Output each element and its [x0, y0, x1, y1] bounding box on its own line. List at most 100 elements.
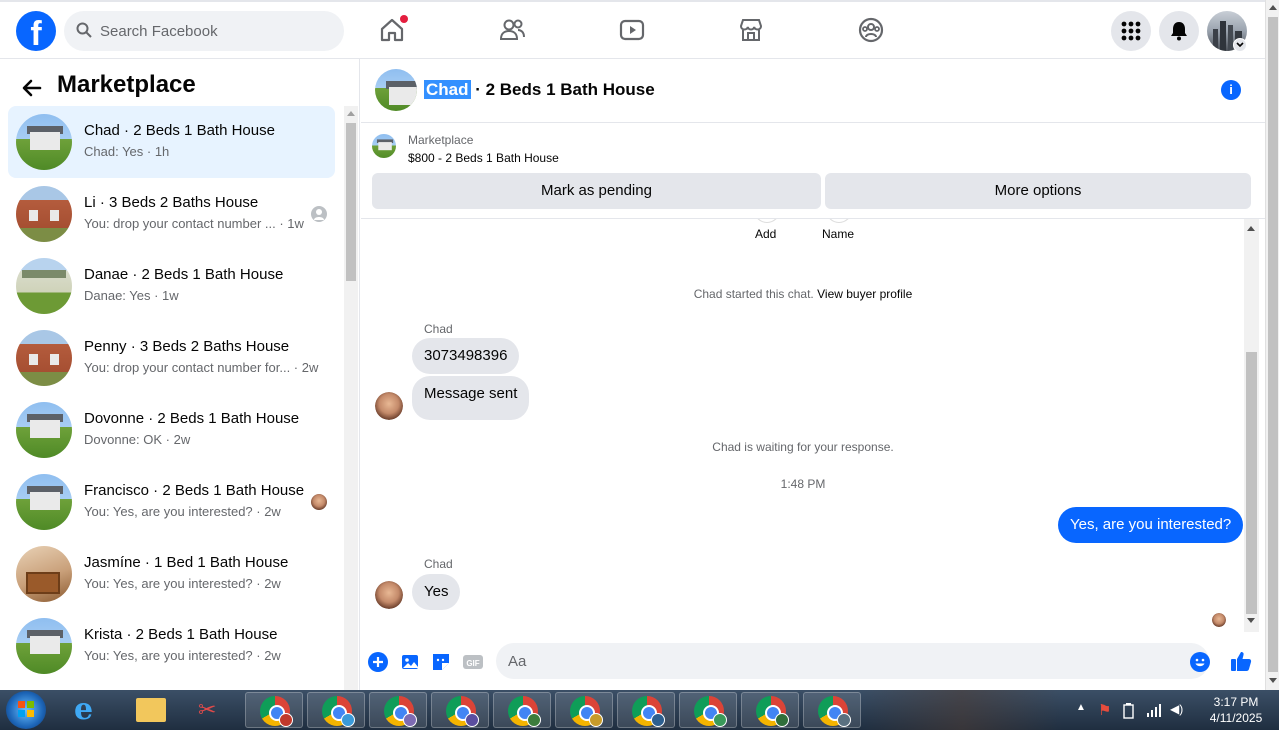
conversation-title: Danae · 2 Beds 1 Bath House	[84, 266, 284, 283]
sticker-icon[interactable]	[430, 651, 452, 673]
friends-icon[interactable]	[498, 16, 526, 44]
network-signal-icon[interactable]	[1146, 703, 1162, 717]
search-box[interactable]	[64, 11, 344, 51]
battery-power-icon[interactable]	[1122, 703, 1136, 719]
taskbar-internet-explorer[interactable]: e	[60, 692, 118, 728]
taskbar-chrome-window[interactable]	[431, 692, 489, 728]
listing-thumbnail	[16, 330, 72, 386]
waiting-notice: Chad is waiting for your response.	[712, 440, 894, 454]
chat-title[interactable]: Chad · 2 Beds 1 Bath House	[424, 80, 655, 100]
profile-badge-icon	[279, 713, 293, 727]
conversation-item[interactable]: Dovonne · 2 Beds 1 Bath House Dovonne: O…	[8, 394, 335, 466]
action-center-flag-icon[interactable]: ⚑	[1098, 701, 1111, 730]
listing-thumbnail[interactable]	[372, 134, 396, 158]
scroll-down-arrow[interactable]	[1247, 618, 1255, 623]
name-action-label: Name	[822, 227, 855, 241]
profile-badge-icon	[341, 713, 355, 727]
photo-icon[interactable]	[399, 651, 421, 673]
info-icon[interactable]: i	[1221, 80, 1241, 100]
conversation-list-scrollbar[interactable]	[344, 106, 358, 690]
taskbar-chrome-window[interactable]	[679, 692, 737, 728]
taskbar-chrome-window[interactable]	[369, 692, 427, 728]
scroll-down-arrow[interactable]	[1269, 678, 1277, 683]
gif-icon[interactable]: GIF	[462, 651, 484, 673]
message-input[interactable]	[508, 643, 1158, 679]
scrollbar-thumb[interactable]	[1246, 352, 1257, 614]
groups-icon[interactable]	[857, 16, 885, 44]
chat-listing-avatar[interactable]	[375, 69, 417, 111]
menu-grid-button[interactable]	[1111, 11, 1151, 51]
taskbar-chrome-window[interactable]	[245, 692, 303, 728]
conversation-preview: Danae: Yes · 1w	[84, 288, 179, 303]
message-bubble-in[interactable]: 3073498396	[412, 338, 520, 374]
plus-icon[interactable]	[367, 651, 389, 673]
listing-thumbnail	[16, 618, 72, 674]
facebook-logo[interactable]: f	[16, 11, 56, 51]
message-bubble-out[interactable]: Yes, are you interested?	[1058, 507, 1244, 543]
start-button[interactable]	[6, 691, 46, 729]
emoji-button[interactable]	[1190, 652, 1210, 672]
show-hidden-icons-chevron[interactable]: ▲	[1076, 702, 1086, 730]
page-scrollbar[interactable]	[1265, 0, 1279, 690]
conversation-item[interactable]: Penny · 3 Beds 2 Baths House You: drop y…	[8, 322, 335, 394]
taskbar-file-explorer[interactable]	[121, 692, 179, 728]
taskbar-chrome-window[interactable]	[307, 692, 365, 728]
conversation-item[interactable]: Francisco · 2 Beds 1 Bath House You: Yes…	[8, 466, 335, 538]
chat-listing-title: · 2 Beds 1 Bath House	[470, 80, 655, 99]
taskbar-chrome-window[interactable]	[617, 692, 675, 728]
clock-date: 4/11/2025	[1209, 711, 1263, 725]
top-navigation: f	[0, 0, 1265, 59]
conversation-item[interactable]: Li · 3 Beds 2 Baths House You: drop your…	[8, 178, 335, 250]
listing-source: Marketplace	[408, 133, 474, 147]
sender-avatar[interactable]	[375, 581, 403, 609]
profile-badge-icon	[589, 713, 603, 727]
message-bubble-in[interactable]: Message sent	[412, 376, 530, 420]
add-action-label: Add	[755, 227, 777, 241]
thumbs-up-icon[interactable]	[1229, 649, 1253, 673]
conversation-item[interactable]: Jasmíne · 1 Bed 1 Bath House You: Yes, a…	[8, 538, 335, 610]
video-icon[interactable]	[618, 16, 646, 44]
marketplace-icon[interactable]	[737, 16, 765, 44]
conversation-title: Dovonne · 2 Beds 1 Bath House	[84, 410, 300, 427]
profile-badge-icon	[465, 713, 479, 727]
scroll-up-arrow[interactable]	[347, 111, 355, 116]
conversation-preview: You: Yes, are you interested? · 2w	[84, 576, 281, 591]
taskbar-chrome-window[interactable]	[555, 692, 613, 728]
name-action-button[interactable]	[826, 219, 852, 223]
conversation-title: Li · 3 Beds 2 Baths House	[84, 194, 259, 211]
search-input[interactable]	[100, 11, 330, 51]
conversation-preview: Chad: Yes · 1h	[84, 144, 170, 159]
back-arrow-icon[interactable]	[20, 76, 44, 100]
clock-time: 3:17 PM	[1213, 695, 1259, 709]
taskbar-chrome-window[interactable]	[493, 692, 551, 728]
mark-as-pending-button[interactable]: Mark as pending	[372, 173, 821, 209]
conversation-item[interactable]: Chad · 2 Beds 1 Bath House Chad: Yes · 1…	[8, 106, 335, 178]
taskbar-snipping-tool[interactable]: ✂	[183, 692, 241, 728]
more-options-button[interactable]: More options	[825, 173, 1251, 209]
message-input-box[interactable]	[496, 643, 1209, 679]
scroll-up-arrow[interactable]	[1269, 5, 1277, 10]
chat-contact-name: Chad	[424, 80, 471, 99]
taskbar-chrome-window[interactable]	[741, 692, 799, 728]
view-buyer-profile-link[interactable]: View buyer profile	[817, 287, 912, 301]
windows-logo-icon	[18, 701, 34, 717]
listing-thumbnail	[16, 474, 72, 530]
profile-badge-icon	[775, 713, 789, 727]
scrollbar-thumb[interactable]	[346, 123, 356, 281]
conversation-item[interactable]: Krista · 2 Beds 1 Bath House You: Yes, a…	[8, 610, 335, 682]
account-caret[interactable]	[1233, 38, 1247, 52]
conversation-preview: You: Yes, are you interested? · 2w	[84, 504, 281, 519]
notifications-button[interactable]	[1159, 11, 1199, 51]
system-clock[interactable]: 3:17 PM 4/11/2025	[1196, 694, 1276, 726]
message-scrollbar[interactable]	[1244, 219, 1259, 632]
bell-icon	[1171, 22, 1187, 41]
conversation-item[interactable]: Danae · 2 Beds 1 Bath House Danae: Yes ·…	[8, 250, 335, 322]
listing-price-title[interactable]: $800 - 2 Beds 1 Bath House	[408, 151, 559, 165]
volume-icon[interactable]: ◀)	[1170, 702, 1183, 730]
message-bubble-in[interactable]: Yes	[412, 574, 461, 610]
add-action-button[interactable]	[754, 219, 780, 223]
scroll-up-arrow[interactable]	[1247, 226, 1255, 231]
taskbar-chrome-window[interactable]	[803, 692, 861, 728]
scrollbar-thumb[interactable]	[1268, 17, 1278, 672]
sender-avatar[interactable]	[375, 392, 403, 420]
